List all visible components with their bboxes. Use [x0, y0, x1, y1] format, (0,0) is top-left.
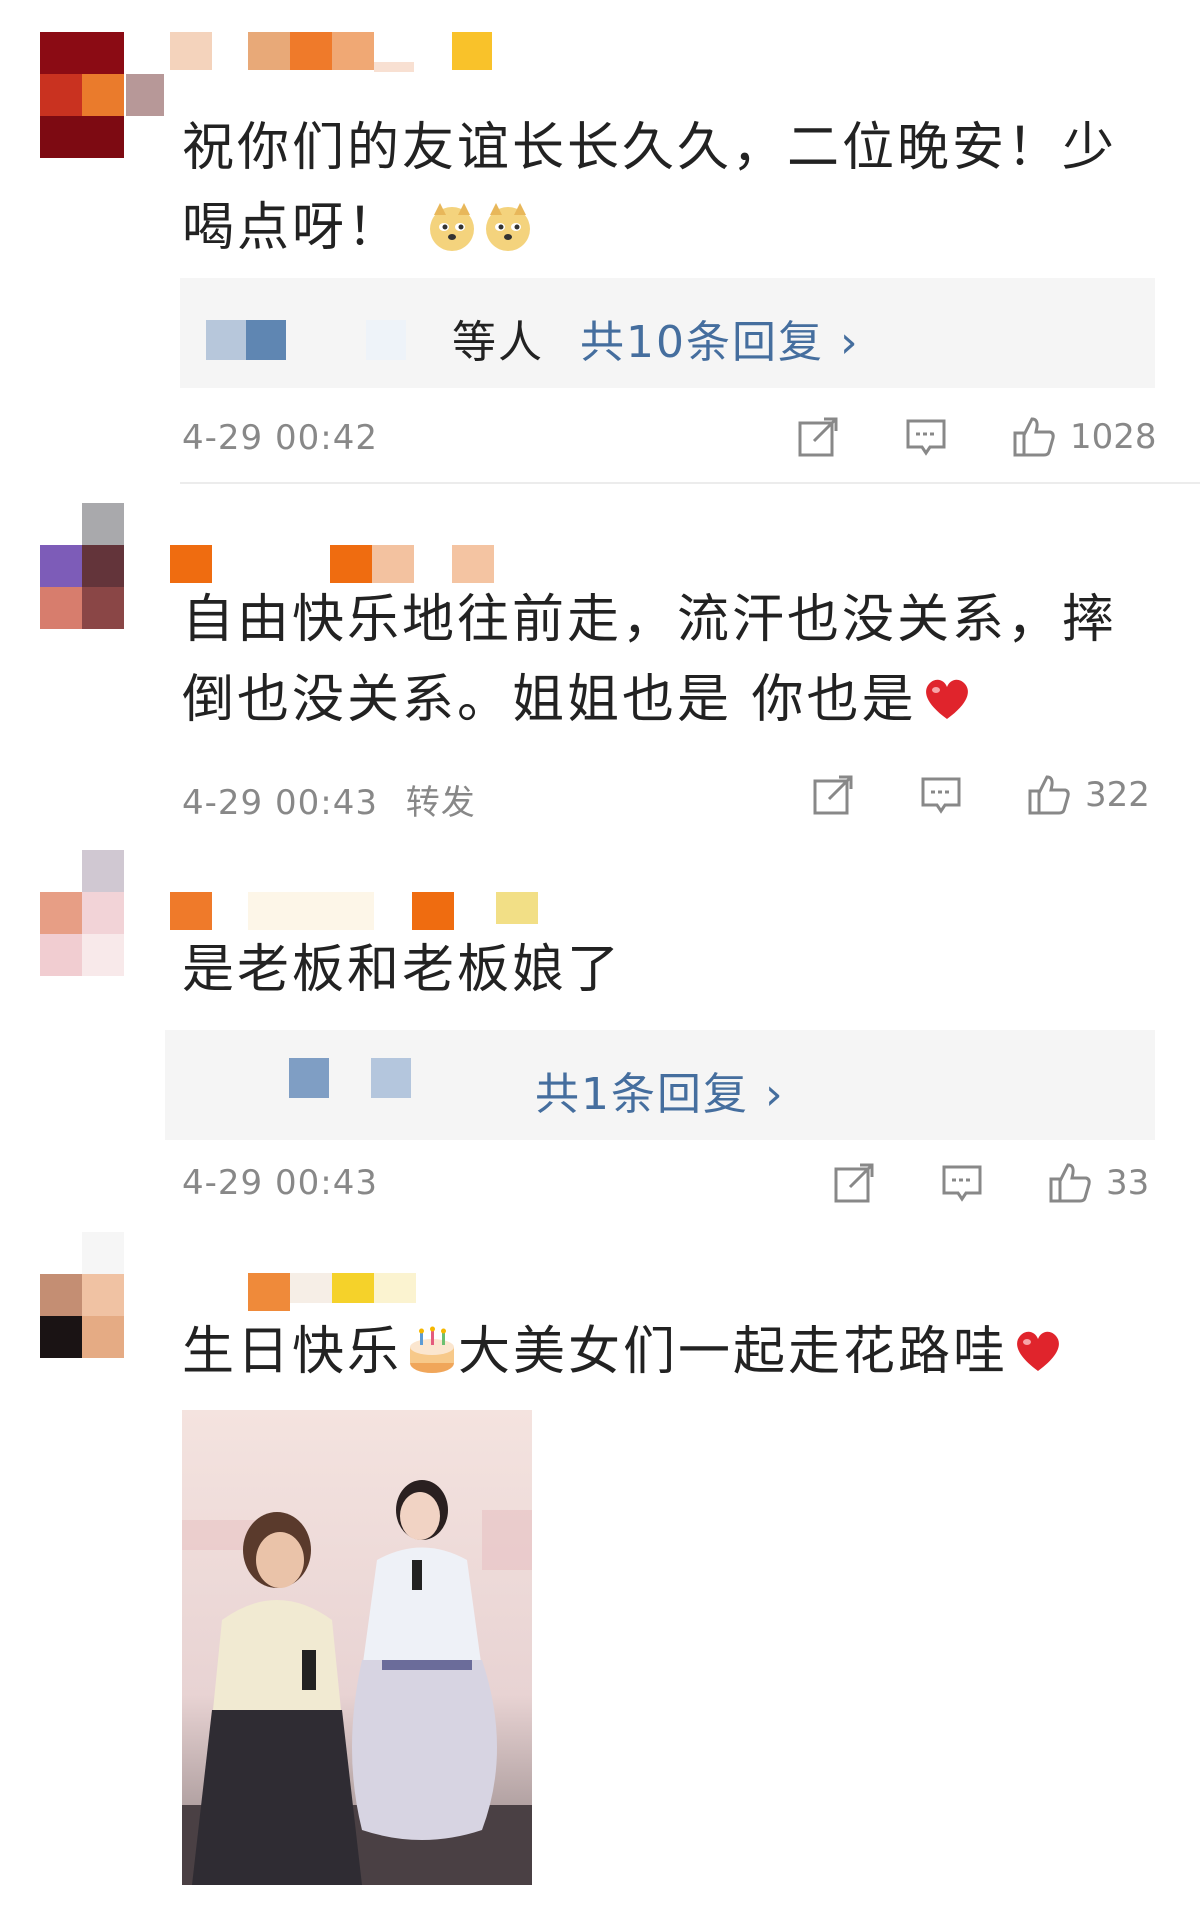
heart-emoji — [1017, 1331, 1059, 1371]
like-count: 33 — [1106, 1163, 1150, 1203]
comment-icon[interactable] — [940, 1161, 984, 1205]
comment-icon[interactable] — [904, 415, 948, 459]
comment-text: 祝你们的友谊长长久久，二位晚安！少喝点呀！ — [182, 118, 1118, 258]
event-photo-image — [182, 1410, 532, 1885]
reply-count-link[interactable]: 共10条回复 › — [580, 306, 860, 370]
comment-text: 生日快乐 大美女们一起走花路哇 — [182, 1312, 1162, 1392]
username[interactable] — [170, 545, 870, 585]
like-count: 1028 — [1070, 417, 1157, 457]
thumbs-up-icon[interactable] — [1027, 773, 1071, 817]
share-icon[interactable] — [811, 773, 855, 817]
comment-actions: 1028 — [796, 412, 1157, 462]
doge-emoji — [429, 203, 474, 251]
username[interactable] — [170, 892, 870, 932]
timestamp: 4-29 00:42 — [182, 418, 378, 458]
thumbs-up-icon[interactable] — [1012, 415, 1056, 459]
comment-actions: 33 — [832, 1158, 1149, 1208]
share-icon[interactable] — [832, 1161, 876, 1205]
reply-users-suffix: 等人 — [452, 317, 544, 368]
share-icon[interactable] — [796, 415, 840, 459]
avatar[interactable] — [40, 1232, 125, 1358]
timestamp: 4-29 00:43 转发 — [182, 783, 476, 823]
thumbs-up-icon[interactable] — [1048, 1161, 1092, 1205]
comment-actions: 322 — [811, 770, 1150, 820]
reply-summary[interactable]: 等人 共10条回复 › — [180, 278, 1155, 388]
avatar[interactable] — [40, 850, 125, 976]
forward-label[interactable]: 转发 — [406, 783, 476, 823]
reply-count-link[interactable]: 共1条回复 › — [535, 1058, 785, 1122]
comment-photo[interactable] — [182, 1410, 532, 1885]
cake-emoji — [410, 1326, 455, 1373]
reply-summary[interactable]: 共1条回复 › — [165, 1030, 1155, 1140]
avatar[interactable] — [40, 503, 125, 629]
username[interactable] — [170, 1273, 870, 1313]
avatar[interactable] — [40, 32, 164, 158]
doge-emoji — [485, 203, 530, 251]
heart-emoji — [925, 679, 968, 719]
comment-text: 自由快乐地往前走，流汗也没关系，摔倒也没关系。姐姐也是 你也是 — [182, 590, 1118, 730]
comment-icon[interactable] — [919, 773, 963, 817]
like-count: 322 — [1085, 775, 1150, 815]
divider — [180, 482, 1200, 484]
username[interactable] — [170, 32, 870, 72]
comment-text: 是老板和老板娘了 — [182, 940, 623, 1000]
timestamp: 4-29 00:43 — [182, 1163, 378, 1203]
